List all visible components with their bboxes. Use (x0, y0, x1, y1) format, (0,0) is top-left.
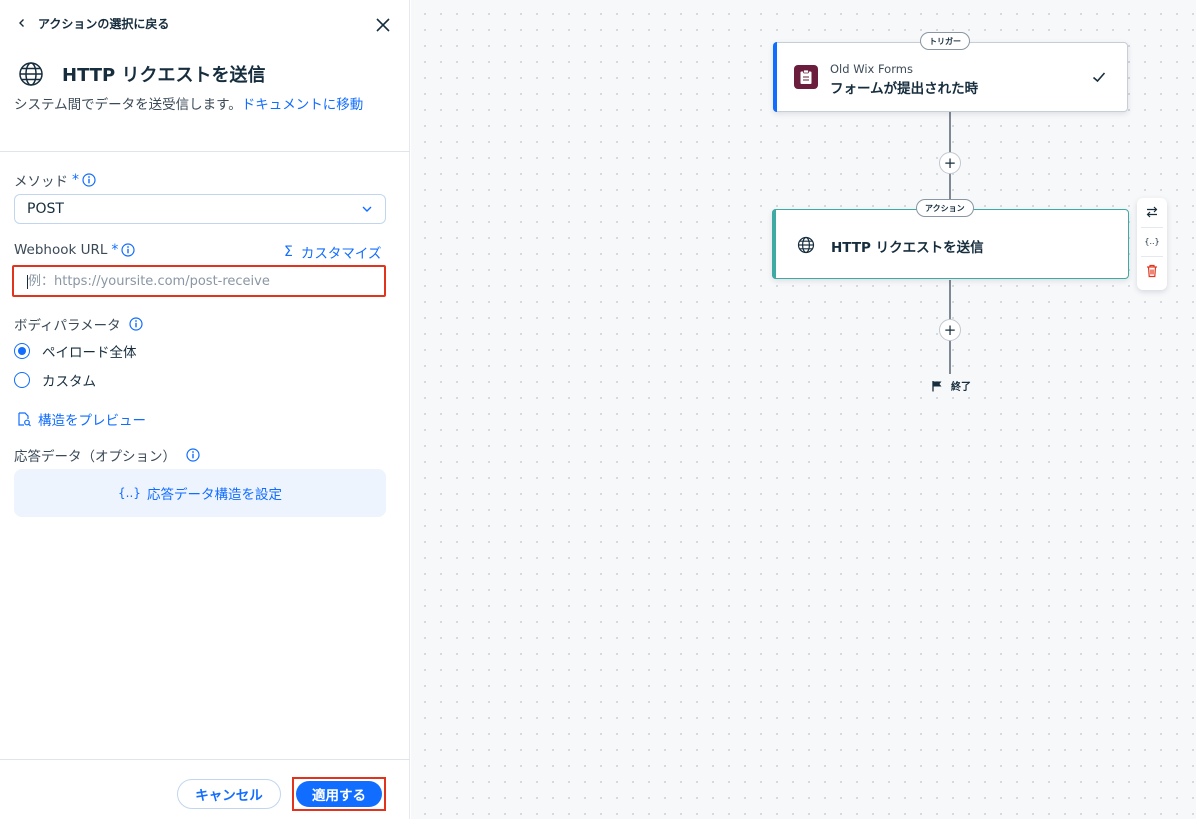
cancel-button[interactable]: キャンセル (177, 779, 281, 809)
flag-icon (931, 380, 943, 392)
trigger-accent (773, 42, 777, 112)
radio-custom[interactable]: カスタム (14, 370, 96, 390)
preview-label: 構造をプレビュー (38, 413, 146, 429)
info-icon[interactable] (186, 448, 200, 462)
set-response-structure-button[interactable]: {..} 応答データ構造を設定 (14, 469, 386, 517)
required-mark: * (111, 242, 119, 258)
response-label: 応答データ（オプション） (14, 449, 176, 465)
response-label-row: 応答データ（オプション） (14, 445, 200, 465)
method-value: POST (27, 201, 64, 217)
info-icon[interactable] (121, 243, 136, 257)
required-mark: * (72, 172, 79, 188)
preview-structure-link[interactable]: 構造をプレビュー (16, 409, 146, 429)
connector-line (949, 280, 951, 320)
toolbar-divider (1141, 227, 1163, 228)
back-to-actions-link[interactable]: アクションの選択に戻る (14, 12, 169, 34)
radio-button[interactable] (14, 372, 30, 388)
radio-button-selected[interactable] (14, 343, 30, 359)
globe-icon (797, 236, 815, 254)
method-select[interactable]: POST (14, 194, 386, 224)
trigger-app-name: Old Wix Forms (830, 62, 913, 76)
curly-braces-icon: {..} (118, 486, 141, 500)
radio-full-payload[interactable]: ペイロード全体 (14, 341, 137, 361)
preview-icon (16, 411, 32, 427)
apply-button-highlight: 適用する (292, 777, 386, 811)
add-step-button[interactable]: + (939, 152, 961, 174)
method-label-row: メソッド * (14, 170, 96, 190)
toolbar-divider (1141, 256, 1163, 257)
body-params-label: ボディパラメータ (14, 318, 121, 334)
info-icon[interactable] (129, 317, 143, 331)
header-divider (0, 151, 410, 152)
documentation-link[interactable]: ドキュメントに移動 (242, 97, 364, 113)
connector-line (949, 340, 951, 374)
webhook-label-row: Webhook URL * (14, 242, 136, 258)
chevron-down-icon (361, 203, 373, 215)
curly-braces-icon[interactable]: {..} (1143, 232, 1161, 250)
trigger-pill: トリガー (920, 32, 970, 50)
radio-label: ペイロード全体 (42, 345, 137, 361)
connector-line (949, 112, 951, 152)
panel-header: HTTP リクエストを送信 (16, 58, 266, 90)
panel-title: HTTP リクエストを送信 (62, 65, 266, 86)
trash-icon[interactable] (1143, 262, 1161, 280)
method-label: メソッド (14, 174, 68, 190)
flow-end: 終了 (931, 378, 971, 393)
panel-description: システム間でデータを送受信します。ドキュメントに移動 (14, 96, 374, 115)
action-title: HTTP リクエストを送信 (831, 240, 984, 256)
automation-canvas[interactable] (411, 0, 1196, 819)
back-label: アクションの選択に戻る (38, 16, 170, 31)
end-label: 終了 (951, 382, 971, 393)
text-cursor (27, 275, 28, 289)
description-text: システム間でデータを送受信します。 (14, 97, 242, 113)
trigger-card[interactable]: Old Wix Forms フォームが提出された時 (773, 42, 1128, 112)
customize-label: カスタマイズ (300, 246, 382, 262)
action-accent (772, 209, 776, 279)
webhook-url-highlight (12, 265, 386, 297)
add-step-button[interactable]: + (939, 319, 961, 341)
chevron-left-icon (14, 15, 30, 31)
action-settings-panel: アクションの選択に戻る HTTP リクエストを送信 システム間でデータを送受信し… (0, 0, 410, 819)
action-toolbar: {..} (1137, 198, 1167, 290)
swap-icon[interactable] (1143, 203, 1161, 221)
check-icon (1091, 69, 1107, 85)
action-pill: アクション (916, 199, 974, 217)
response-button-label: 応答データ構造を設定 (146, 487, 282, 503)
info-icon[interactable] (82, 173, 96, 187)
apply-button[interactable]: 適用する (296, 781, 382, 807)
body-params-label-row: ボディパラメータ (14, 314, 143, 334)
clipboard-icon (794, 65, 818, 89)
close-icon[interactable] (372, 14, 394, 36)
customize-button[interactable]: Σ カスタマイズ (284, 242, 381, 262)
sigma-icon: Σ (284, 244, 293, 260)
webhook-label: Webhook URL (14, 242, 108, 258)
footer-divider (0, 759, 410, 760)
webhook-url-input[interactable] (16, 269, 382, 293)
trigger-event: フォームが提出された時 (830, 81, 979, 97)
radio-label: カスタム (42, 374, 96, 390)
globe-icon (16, 59, 46, 89)
action-card[interactable]: HTTP リクエストを送信 (772, 209, 1129, 279)
